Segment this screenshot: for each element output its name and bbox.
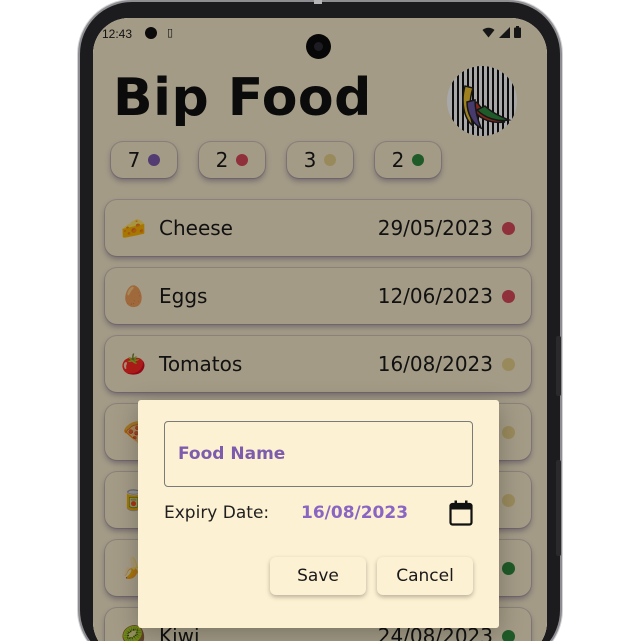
volume-button bbox=[556, 460, 561, 556]
cancel-button[interactable]: Cancel bbox=[377, 557, 473, 595]
power-button bbox=[556, 336, 561, 396]
expiry-date-value[interactable]: 16/08/2023 bbox=[301, 503, 408, 523]
app-background: 12:43 ▯ Bip Food 7 2 3 2 🧀 Cheese 29/05/… bbox=[93, 18, 547, 641]
calendar-icon[interactable] bbox=[449, 500, 473, 526]
expiry-date-label: Expiry Date: bbox=[164, 503, 270, 523]
save-button[interactable]: Save bbox=[270, 557, 366, 595]
phone-screen: 12:43 ▯ Bip Food 7 2 3 2 🧀 Cheese 29/05/… bbox=[93, 18, 547, 641]
phone-top-nub bbox=[314, 0, 322, 4]
food-name-field bbox=[164, 421, 473, 487]
food-name-input[interactable] bbox=[165, 422, 472, 486]
add-food-dialog: Expiry Date: 16/08/2023 Save Cancel bbox=[138, 400, 499, 628]
